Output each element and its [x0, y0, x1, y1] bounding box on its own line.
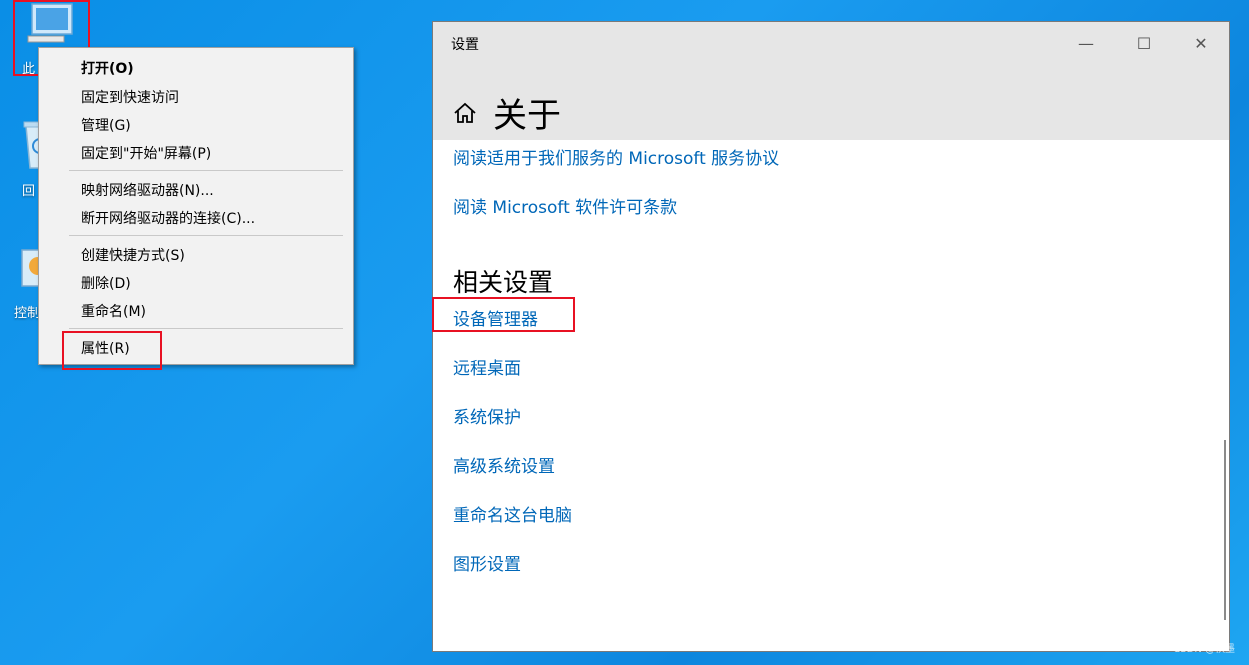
title-bar: 设置 — ☐ ✕ 关于: [433, 22, 1229, 140]
watermark: CSDN @棋墨: [1173, 644, 1235, 655]
menu-item-pin-quick-access[interactable]: 固定到快速访问: [81, 87, 179, 107]
page-title: 关于: [493, 96, 561, 136]
desktop-icon-label: 控制: [14, 306, 41, 321]
menu-separator: [69, 328, 343, 329]
close-button[interactable]: ✕: [1178, 30, 1224, 56]
desktop-icon-label: 此: [22, 62, 36, 77]
minimize-button[interactable]: —: [1063, 30, 1109, 56]
context-menu: 打开(O) 固定到快速访问 管理(G) 固定到"开始"屏幕(P) 映射网络驱动器…: [38, 47, 354, 365]
desktop-icon-label: 回: [22, 184, 36, 199]
menu-item-open[interactable]: 打开(O): [81, 58, 134, 78]
maximize-button[interactable]: ☐: [1121, 30, 1167, 56]
link-device-manager[interactable]: 设备管理器: [453, 305, 538, 330]
link-service-agreement[interactable]: 阅读适用于我们服务的 Microsoft 服务协议: [453, 144, 779, 169]
menu-separator: [69, 235, 343, 236]
scrollbar[interactable]: [1224, 440, 1226, 620]
settings-window: 设置 — ☐ ✕ 关于 阅读适用于我们服务的 Microsoft 服务协议 阅读…: [432, 21, 1230, 652]
computer-icon: [27, 3, 73, 43]
link-graphics-settings[interactable]: 图形设置: [453, 550, 521, 575]
menu-item-map-network-drive[interactable]: 映射网络驱动器(N)...: [81, 180, 214, 200]
link-advanced-system-settings[interactable]: 高级系统设置: [453, 452, 555, 477]
link-system-protection[interactable]: 系统保护: [453, 403, 521, 428]
related-settings-title: 相关设置: [453, 268, 554, 297]
link-rename-pc[interactable]: 重命名这台电脑: [453, 501, 572, 526]
menu-item-rename[interactable]: 重命名(M): [81, 301, 146, 321]
link-license-terms[interactable]: 阅读 Microsoft 软件许可条款: [453, 193, 677, 218]
page-heading: 关于: [453, 88, 561, 137]
menu-item-properties[interactable]: 属性(R): [81, 338, 130, 358]
menu-item-create-shortcut[interactable]: 创建快捷方式(S): [81, 245, 185, 265]
menu-item-pin-start[interactable]: 固定到"开始"屏幕(P): [81, 143, 211, 163]
home-icon[interactable]: [453, 102, 477, 124]
menu-item-disconnect-network-drive[interactable]: 断开网络驱动器的连接(C)...: [81, 208, 255, 228]
window-title: 设置: [451, 37, 479, 53]
menu-item-delete[interactable]: 删除(D): [81, 273, 131, 293]
menu-separator: [69, 170, 343, 171]
menu-item-manage[interactable]: 管理(G): [81, 115, 131, 135]
link-remote-desktop[interactable]: 远程桌面: [453, 354, 521, 379]
